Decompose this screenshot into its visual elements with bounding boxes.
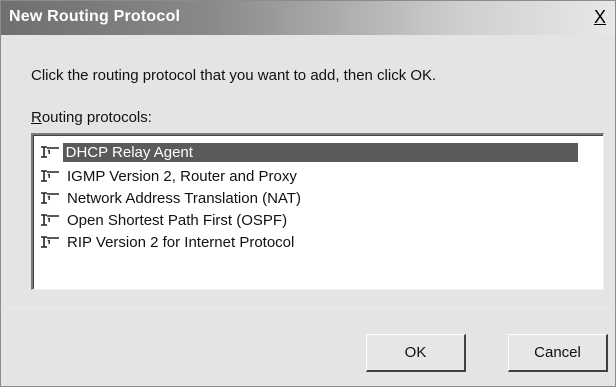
routing-protocol-icon: [38, 143, 61, 161]
routing-protocol-icon: [38, 189, 62, 207]
list-item-label: Network Address Translation (NAT): [67, 189, 301, 207]
label-accelerator: R: [31, 109, 42, 126]
routing-protocols-label: Routing protocols:: [31, 109, 152, 126]
routing-protocols-list[interactable]: DHCP Relay Agent IGMP Version 2, Router …: [31, 133, 604, 290]
cancel-button[interactable]: Cancel: [508, 334, 608, 372]
divider: [5, 307, 611, 308]
list-item-label: IGMP Version 2, Router and Proxy: [67, 167, 297, 185]
new-routing-protocol-dialog: New Routing Protocol X Click the routing…: [0, 0, 616, 387]
title-bar[interactable]: New Routing Protocol X: [1, 1, 615, 35]
list-item-label: DHCP Relay Agent: [62, 142, 578, 162]
list-item-nat[interactable]: Network Address Translation (NAT): [38, 187, 304, 209]
list-item-igmp[interactable]: IGMP Version 2, Router and Proxy: [38, 165, 300, 187]
label-text: outing protocols:: [41, 109, 152, 126]
list-item-label: Open Shortest Path First (OSPF): [67, 211, 288, 229]
routing-protocol-icon: [38, 233, 62, 251]
list-item-label: RIP Version 2 for Internet Protocol: [67, 233, 295, 251]
list-item-rip[interactable]: RIP Version 2 for Internet Protocol: [38, 231, 297, 253]
close-button[interactable]: X: [591, 7, 609, 27]
ok-button[interactable]: OK: [366, 334, 466, 372]
routing-protocol-icon: [38, 167, 62, 185]
routing-protocol-icon: [38, 211, 62, 229]
dialog-title: New Routing Protocol: [9, 8, 181, 25]
list-item-ospf[interactable]: Open Shortest Path First (OSPF): [38, 209, 290, 231]
list-item-dhcp-relay-agent[interactable]: DHCP Relay Agent: [38, 141, 578, 163]
instruction-text: Click the routing protocol that you want…: [31, 67, 437, 84]
